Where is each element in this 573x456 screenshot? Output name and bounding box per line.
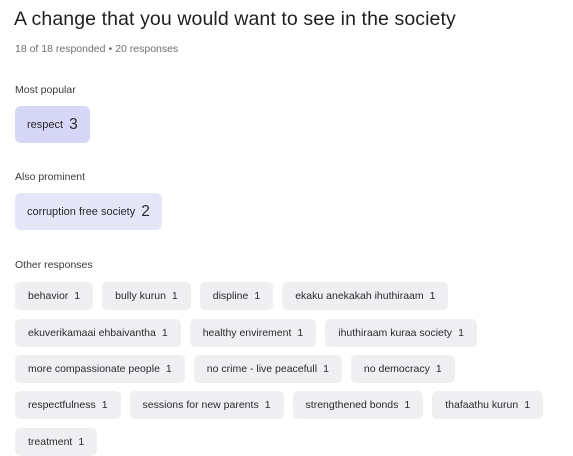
- responded-count: 18 of 18 responded: [15, 43, 106, 55]
- chip-count: 2: [141, 202, 150, 220]
- question-title: A change that you would want to see in t…: [14, 8, 456, 30]
- chip-count: 1: [161, 327, 168, 339]
- chip-text: displine: [212, 290, 249, 302]
- most-popular-label: Most popular: [15, 84, 76, 96]
- chip-count: 1: [171, 290, 178, 302]
- most-popular-chip: respect 3: [15, 106, 90, 143]
- response-chip: displine 1: [199, 282, 274, 310]
- chip-count: 1: [524, 399, 531, 411]
- separator-dot: •: [108, 43, 113, 55]
- chip-text: respectfulness: [28, 399, 96, 411]
- chip-text: healthy envirement: [202, 327, 292, 339]
- chip-count: 1: [165, 363, 172, 375]
- chip-count: 1: [264, 399, 271, 411]
- response-chip: respectfulness 1: [15, 391, 121, 419]
- response-row: more compassionate people 1 no crime - li…: [15, 355, 464, 383]
- also-prominent-label: Also prominent: [15, 171, 86, 183]
- response-summary: 18 of 18 responded • 20 responses: [15, 43, 178, 55]
- response-chip: no crime - live peacefull 1: [193, 355, 342, 383]
- chip-text: ekaku anekakah ihuthiraam: [295, 290, 424, 302]
- chip-count: 3: [69, 115, 78, 133]
- chip-text: treatment: [28, 436, 73, 448]
- response-chip: healthy envirement 1: [189, 319, 317, 347]
- chip-text: bully kurun: [115, 290, 166, 302]
- chip-text: respect: [27, 118, 64, 131]
- response-row: behavior 1 bully kurun 1 displine 1 ekaku a…: [15, 282, 457, 310]
- response-chip: sessions for new parents 1: [129, 391, 284, 419]
- chip-count: 1: [78, 436, 85, 448]
- chip-count: 1: [435, 363, 442, 375]
- response-chip: ihuthiraam kuraa society 1: [325, 319, 477, 347]
- response-row: ekuverikamaai ehbaivantha 1 healthy envir…: [15, 319, 486, 347]
- chip-count: 1: [323, 363, 329, 375]
- other-responses-label: Other responses: [15, 259, 93, 271]
- chip-count: 1: [74, 290, 81, 302]
- chip-text: behavior: [28, 290, 69, 302]
- chip-text: corruption free society: [27, 205, 136, 218]
- response-chip: more compassionate people 1: [15, 355, 185, 383]
- response-chip: behavior 1: [15, 282, 94, 310]
- chip-count: 1: [404, 399, 411, 411]
- chip-count: 1: [254, 290, 261, 302]
- response-chip: strengthened bonds 1: [292, 391, 424, 419]
- response-chip: no democracy 1: [350, 355, 455, 383]
- chip-text: thafaathu kurun: [445, 399, 519, 411]
- chip-text: more compassionate people: [28, 363, 160, 375]
- chip-text: sessions for new parents: [142, 399, 259, 411]
- responses-count: 20 responses: [115, 43, 179, 55]
- chip-text: ekuverikamaai ehbaivantha: [28, 327, 156, 339]
- chip-text: no crime - live peacefull: [206, 363, 318, 375]
- chip-text: ihuthiraam kuraa society: [338, 327, 453, 339]
- response-chip: ekuverikamaai ehbaivantha 1: [15, 319, 181, 347]
- response-row: respectfulness 1 sessions for new parents…: [15, 391, 552, 419]
- chip-count: 1: [297, 327, 304, 339]
- chip-count: 1: [429, 290, 436, 302]
- response-chip: ekaku anekakah ihuthiraam 1: [282, 282, 449, 310]
- also-prominent-chip: corruption free society 2: [15, 193, 162, 230]
- chip-text: strengthened bonds: [305, 399, 399, 411]
- chip-count: 1: [101, 399, 108, 411]
- response-chip: bully kurun 1: [102, 282, 191, 310]
- response-row: treatment 1: [15, 428, 106, 456]
- chip-count: 1: [458, 327, 464, 339]
- chip-text: no democracy: [363, 363, 430, 375]
- response-chip: treatment 1: [15, 428, 98, 456]
- response-chip: thafaathu kurun 1: [432, 391, 544, 419]
